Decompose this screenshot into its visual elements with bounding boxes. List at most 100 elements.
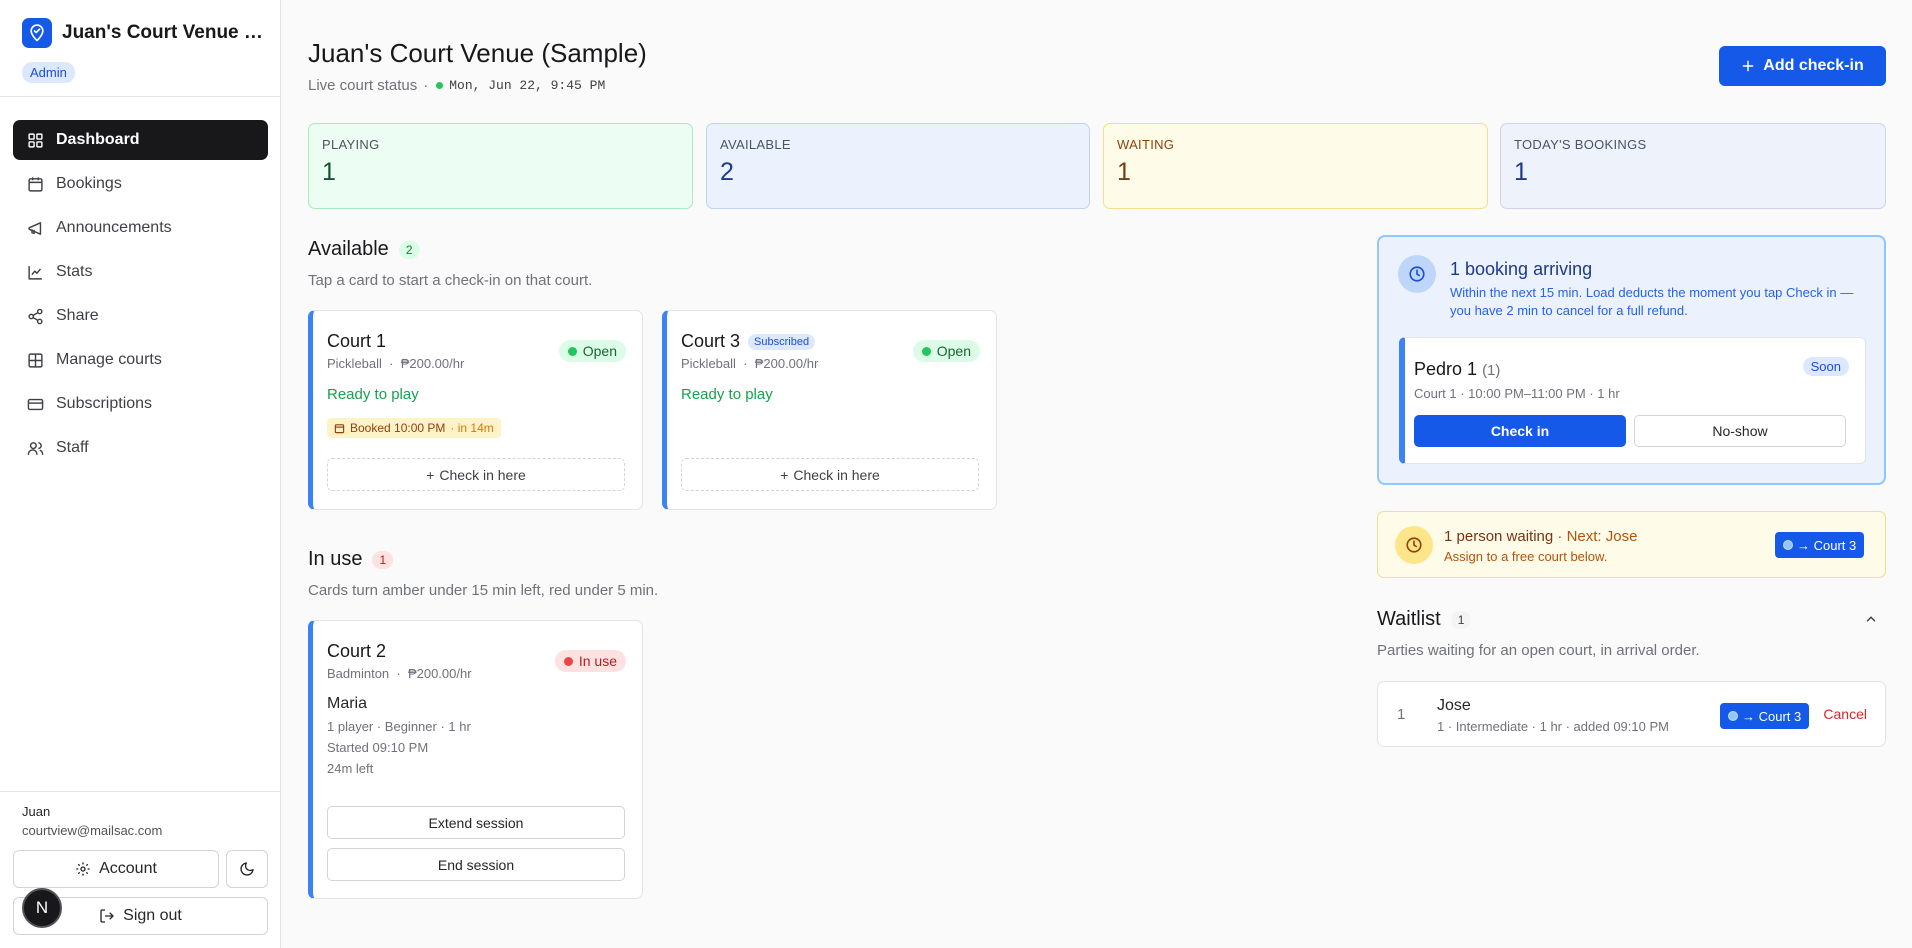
status-dot-icon — [921, 346, 931, 356]
nav-label: Bookings — [56, 175, 122, 192]
booking-meta: Court 1 · 10:00 PM–11:00 PM · 1 hr — [1414, 386, 1620, 401]
stat-value: 1 — [1117, 158, 1131, 186]
nav-subscriptions[interactable]: Subscriptions — [13, 384, 268, 424]
stat-label: TODAY'S BOOKINGS — [1514, 137, 1647, 152]
waitlist-entry: 1 Jose 1 · Intermediate · 1 hr · added 0… — [1377, 681, 1886, 747]
ready-status: Ready to play — [681, 386, 773, 403]
users-icon — [27, 441, 44, 455]
waitlist-meta: 1 · Intermediate · 1 hr · added 09:10 PM — [1437, 719, 1669, 734]
no-show-button[interactable]: No-show — [1634, 415, 1846, 447]
booked-time: Booked 10:00 PM — [350, 421, 446, 435]
user-email: courtview@mailsac.com — [22, 823, 163, 838]
logout-icon — [100, 909, 114, 923]
waiting-title: 1 person waiting · Next: Jose — [1444, 528, 1637, 545]
status-dot-icon — [563, 656, 573, 666]
check-in-here-label: Check in here — [793, 466, 880, 483]
court-rate: ₱200.00/hr — [400, 356, 465, 371]
court-card-court-3[interactable]: Court 3 Subscribed Pickleball · ₱200.00/… — [662, 310, 997, 510]
chevron-up-icon[interactable] — [1864, 612, 1878, 626]
subscribed-badge: Subscribed — [748, 333, 816, 350]
grid-icon — [28, 132, 43, 148]
court-card-court-2[interactable]: Court 2 Badminton · ₱200.00/hr In use Ma… — [308, 620, 643, 899]
venue-switcher[interactable]: Juan's Court Venue (Sample) — [22, 18, 267, 48]
court-rate: ₱200.00/hr — [754, 356, 819, 371]
court-dot-icon — [1728, 711, 1738, 721]
status-label: Open — [936, 343, 971, 359]
court-sport: Pickleball — [681, 356, 736, 371]
stat-label: AVAILABLE — [720, 137, 791, 152]
status-badge: Open — [912, 340, 980, 362]
status-label: Open — [582, 343, 617, 359]
next-party: · Next: Jose — [1557, 528, 1638, 545]
in-use-subtitle: Cards turn amber under 15 min left, red … — [308, 582, 659, 599]
waitlist-count-badge: 1 — [1450, 610, 1472, 629]
sidebar: Juan's Court Venue (Sample) Admin Dashbo… — [0, 0, 281, 948]
check-in-here-label: Check in here — [439, 466, 526, 483]
waiting-subtitle: Assign to a free court below. — [1444, 549, 1608, 564]
waitlist-heading: Waitlist 1 — [1377, 608, 1472, 631]
party-size: (1) — [1482, 362, 1501, 379]
waitlist-subtitle: Parties waiting for an open court, in ar… — [1377, 642, 1700, 659]
in-use-count-badge: 1 — [372, 550, 394, 569]
ready-status: Ready to play — [327, 386, 419, 403]
waiting-count: 1 person waiting — [1444, 528, 1554, 545]
session-start: Started 09:10 PM — [327, 740, 429, 755]
check-in-here-button[interactable]: + Check in here — [681, 458, 979, 491]
nav-share[interactable]: Share — [13, 296, 268, 336]
section-title: In use — [308, 548, 363, 570]
arriving-title: 1 booking arriving — [1450, 259, 1593, 279]
megaphone-icon — [28, 221, 42, 235]
extend-session-button[interactable]: Extend session — [327, 806, 625, 839]
time-left: 24m left — [327, 761, 374, 776]
player-name: Maria — [327, 695, 368, 712]
account-button[interactable]: Account — [13, 850, 219, 888]
check-in-here-button[interactable]: + Check in here — [327, 458, 625, 491]
booking-name-row: Pedro 1 (1) — [1414, 359, 1500, 380]
cancel-waitlist-button[interactable]: Cancel — [1823, 706, 1867, 722]
nav-announcements[interactable]: Announcements — [13, 208, 268, 248]
court-sport: Pickleball — [327, 356, 382, 371]
plus-icon — [1742, 60, 1754, 72]
assign-court-button[interactable]: → Court 3 — [1775, 532, 1865, 558]
plus-icon: + — [780, 466, 789, 483]
in-use-heading: In use 1 — [308, 548, 394, 571]
court-rate: ₱200.00/hr — [407, 666, 472, 681]
main-nav: Dashboard Bookings Announcements Stats S… — [13, 120, 268, 472]
dev-tools-badge[interactable]: N — [22, 888, 62, 928]
venue-name: Juan's Court Venue (Sample) — [62, 22, 267, 43]
chart-icon — [28, 265, 42, 280]
nav-dashboard[interactable]: Dashboard — [13, 120, 268, 160]
role-badge: Admin — [22, 62, 75, 83]
nav-manage-courts[interactable]: Manage courts — [13, 340, 268, 380]
assign-court-button[interactable]: → Court 3 — [1720, 703, 1810, 729]
available-heading: Available 2 — [308, 238, 420, 261]
stat-label: PLAYING — [322, 137, 380, 152]
add-check-in-button[interactable]: Add check-in — [1719, 46, 1886, 86]
divider — [0, 791, 281, 792]
add-check-in-label: Add check-in — [1763, 57, 1864, 74]
nav-staff[interactable]: Staff — [13, 428, 268, 468]
stat-waiting: WAITING 1 — [1103, 123, 1488, 209]
stat-value: 2 — [720, 158, 734, 186]
soon-badge: Soon — [1802, 357, 1849, 376]
nav-bookings[interactable]: Bookings — [13, 164, 268, 204]
card-icon — [27, 398, 44, 410]
live-status-label: Live court status — [308, 77, 418, 94]
page-title: Juan's Court Venue (Sample) — [308, 38, 647, 68]
check-in-button[interactable]: Check in — [1414, 415, 1626, 447]
available-subtitle: Tap a card to start a check-in on that c… — [308, 272, 593, 289]
stat-label: WAITING — [1117, 137, 1175, 152]
nav-label: Announcements — [56, 219, 172, 236]
court-card-court-1[interactable]: Court 1 Pickleball · ₱200.00/hr Open Rea… — [308, 310, 643, 510]
nav-stats[interactable]: Stats — [13, 252, 268, 292]
end-session-button[interactable]: End session — [327, 848, 625, 881]
gear-icon — [76, 862, 90, 876]
booking-card: Pedro 1 (1) Court 1 · 10:00 PM–11:00 PM … — [1399, 337, 1866, 464]
theme-toggle-button[interactable] — [226, 850, 268, 888]
stat-todays-bookings: TODAY'S BOOKINGS 1 — [1500, 123, 1886, 209]
calendar-icon — [334, 423, 345, 433]
moon-icon — [240, 862, 254, 876]
court-dot-icon — [1783, 540, 1793, 550]
player-details: 1 player · Beginner · 1 hr — [327, 719, 471, 734]
assign-label: → Court 3 — [1797, 537, 1857, 553]
